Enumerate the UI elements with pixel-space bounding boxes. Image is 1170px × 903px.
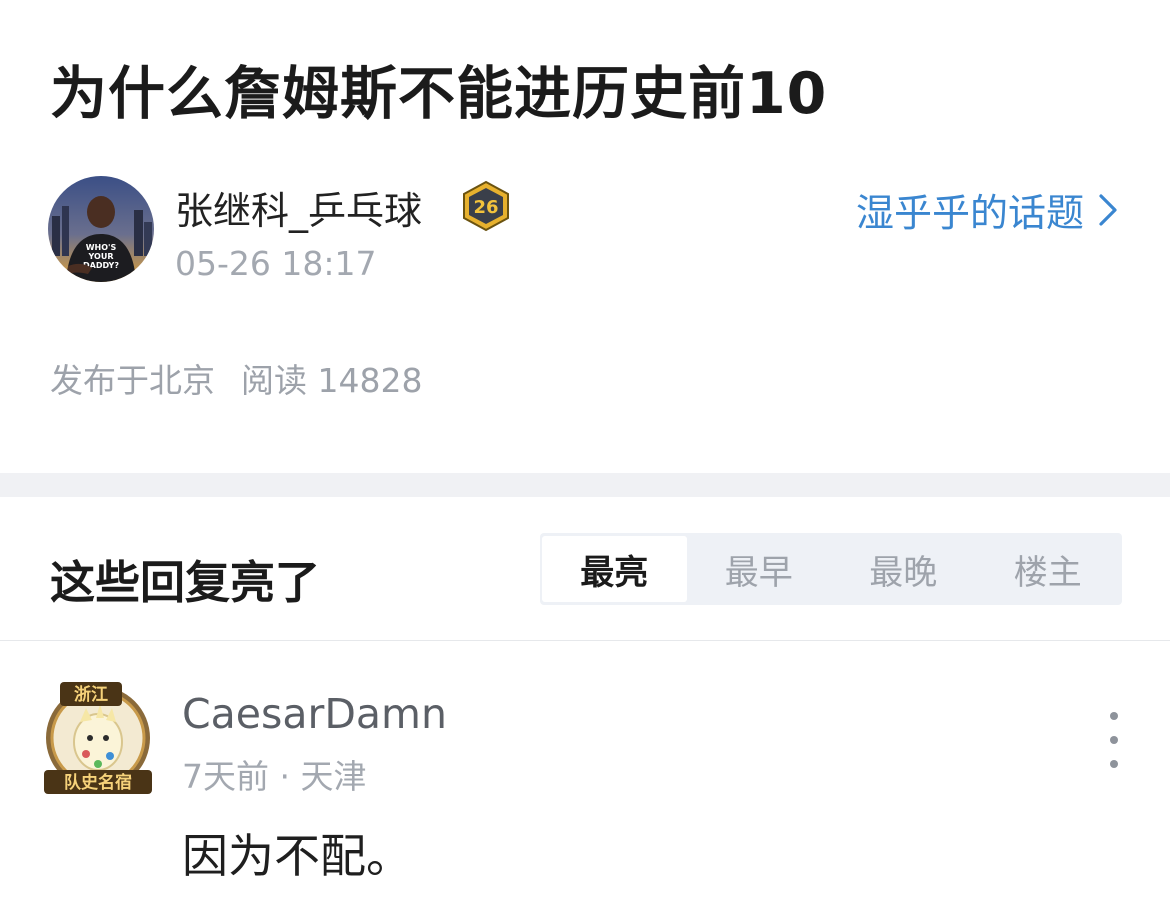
section-divider xyxy=(0,473,1170,497)
tab-poster-only[interactable]: 楼主 xyxy=(976,536,1121,602)
post-time: 05-26 18:17 xyxy=(175,244,377,283)
topic-label: 湿乎乎的话题 xyxy=(855,191,1084,235)
comment-username[interactable]: CaesarDamn xyxy=(182,690,447,738)
post-location: 发布于北京 xyxy=(50,361,215,400)
more-dot xyxy=(1110,736,1118,744)
team-badge-avatar: 浙江 队史名宿 xyxy=(44,682,152,794)
comment-body: 因为不配。 xyxy=(182,829,412,883)
more-vertical-icon[interactable] xyxy=(1098,712,1130,768)
svg-text:队史名宿: 队史名宿 xyxy=(64,772,132,793)
tab-latest[interactable]: 最晚 xyxy=(831,536,976,602)
comment-meta: 7天前 · 天津 xyxy=(182,757,367,796)
post-meta: 发布于北京 阅读 14828 xyxy=(50,354,422,402)
author-name[interactable]: 张继科_乒乓球 xyxy=(175,180,422,235)
tab-earliest[interactable]: 最早 xyxy=(687,536,832,602)
more-dot xyxy=(1110,712,1118,720)
author-avatar-photo: WHO'S YOUR DADDY? xyxy=(48,176,154,282)
topic-link[interactable]: 湿乎乎的话题 xyxy=(856,182,1118,237)
svg-text:26: 26 xyxy=(473,197,498,218)
replies-title: 这些回复亮了 xyxy=(50,556,321,609)
author-avatar[interactable]: WHO'S YOUR DADDY? xyxy=(48,176,154,282)
post-read-count: 阅读 14828 xyxy=(241,361,423,400)
sort-tabs: 最亮 最早 最晚 楼主 xyxy=(540,533,1122,605)
more-dot xyxy=(1110,760,1118,768)
post-title: 为什么詹姆斯不能进历史前10 xyxy=(50,61,828,127)
tab-brightest[interactable]: 最亮 xyxy=(542,536,687,602)
comment-avatar[interactable]: 浙江 队史名宿 xyxy=(40,678,156,796)
svg-text:浙江: 浙江 xyxy=(74,684,108,705)
svg-text:YOUR: YOUR xyxy=(88,252,114,261)
svg-text:WHO'S: WHO'S xyxy=(86,243,117,252)
replies-divider xyxy=(0,640,1170,641)
level-badge-icon: 26 xyxy=(460,180,512,232)
chevron-right-icon xyxy=(1099,193,1117,226)
